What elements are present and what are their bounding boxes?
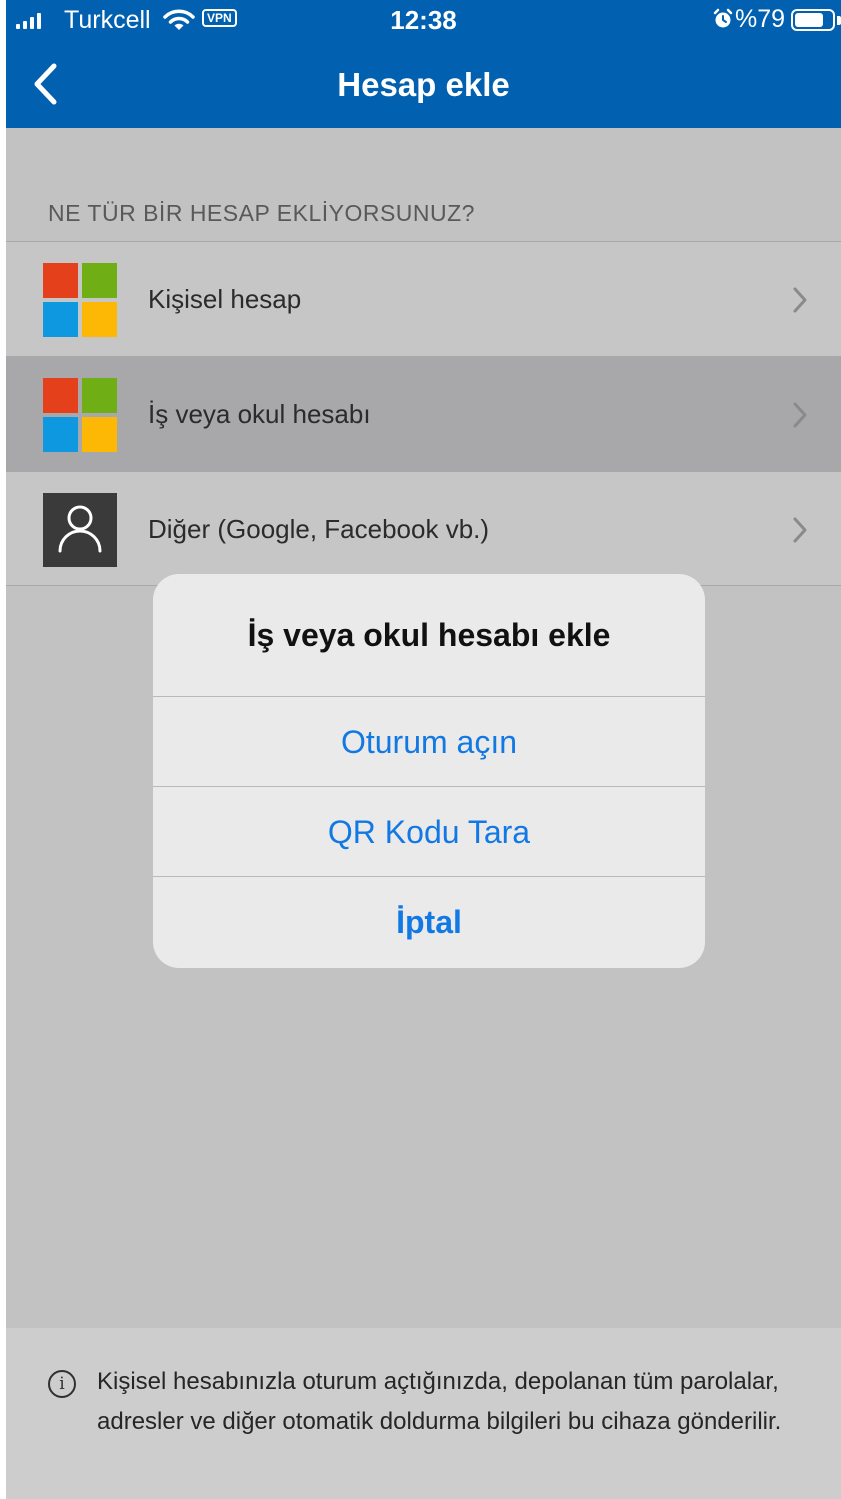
info-text: Kişisel hesabınızla oturum açtığınızda, … xyxy=(97,1368,782,1435)
battery-tip xyxy=(837,16,841,25)
chevron-right-icon xyxy=(792,286,808,319)
chevron-right-icon xyxy=(792,401,808,434)
microsoft-logo-icon xyxy=(43,263,117,337)
app-header: Turkcell VPN 12:38 %79 Hesap ekle xyxy=(6,0,841,128)
list-item-other-account[interactable]: Diğer (Google, Facebook vb.) xyxy=(6,471,841,586)
page-title: Hesap ekle xyxy=(337,66,510,103)
scan-qr-code-button[interactable]: QR Kodu Tara xyxy=(153,786,705,876)
account-type-list: Kişisel hesap İş veya okul hesabı Diğer … xyxy=(6,241,841,586)
status-bar: Turkcell VPN 12:38 %79 xyxy=(6,0,841,44)
battery-level xyxy=(795,13,823,27)
info-footer: i Kişisel hesabınızla oturum açtığınızda… xyxy=(6,1328,841,1499)
add-account-alert: İş veya okul hesabı ekle Oturum açın QR … xyxy=(153,574,705,968)
list-item-label: Diğer (Google, Facebook vb.) xyxy=(148,514,490,544)
alarm-icon xyxy=(713,8,733,35)
battery-icon xyxy=(791,9,835,31)
list-item-work-school-account[interactable]: İş veya okul hesabı xyxy=(6,356,841,471)
chevron-right-icon xyxy=(792,516,808,549)
screen: Turkcell VPN 12:38 %79 Hesap ekle NE TÜR… xyxy=(6,0,841,1499)
list-item-label: İş veya okul hesabı xyxy=(148,399,371,429)
person-icon xyxy=(43,493,117,567)
microsoft-logo-icon xyxy=(43,378,117,452)
list-item-label: Kişisel hesap xyxy=(148,284,302,314)
alert-title: İş veya okul hesabı ekle xyxy=(247,617,611,653)
battery-percent: %79 xyxy=(735,5,786,33)
list-item-personal-account[interactable]: Kişisel hesap xyxy=(6,241,841,356)
section-header: NE TÜR BİR HESAP EKLİYORSUNUZ? xyxy=(48,200,475,226)
sign-in-button[interactable]: Oturum açın xyxy=(153,696,705,786)
info-icon: i xyxy=(48,1370,76,1398)
cancel-button[interactable]: İptal xyxy=(153,876,705,966)
